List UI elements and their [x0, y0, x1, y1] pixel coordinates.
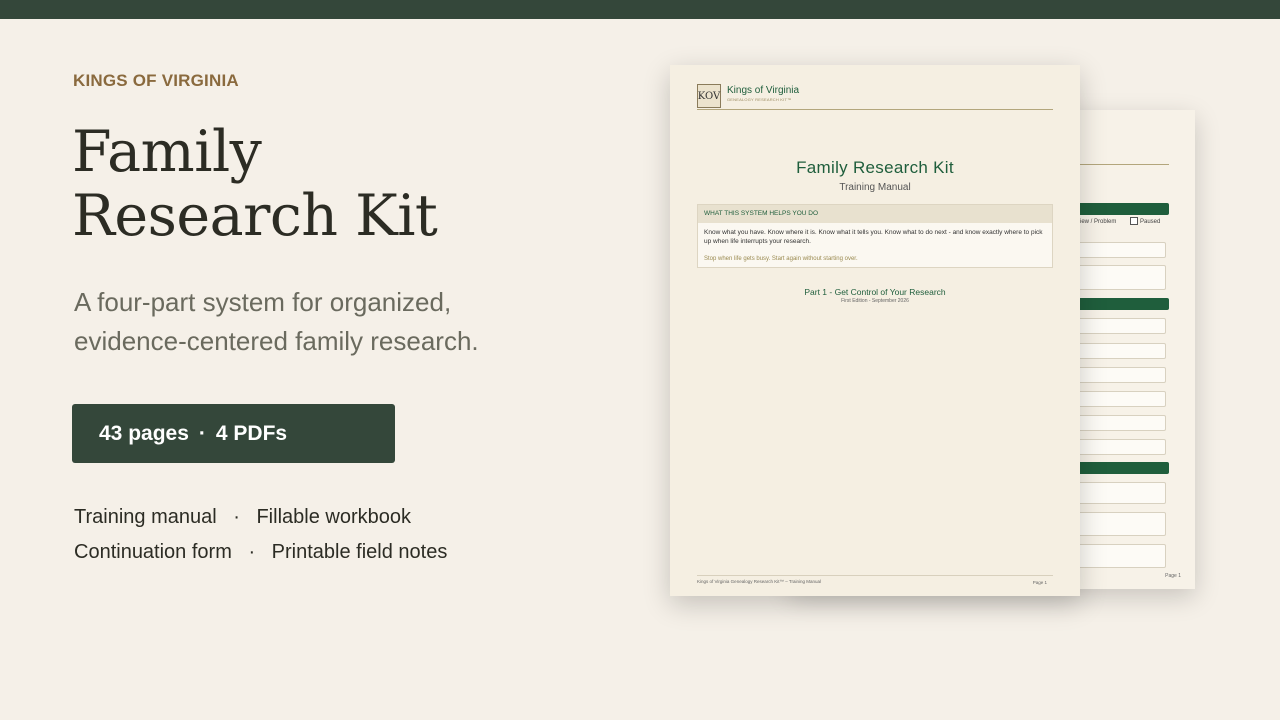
subtitle: A four-part system for organized, eviden… [74, 283, 594, 361]
subtitle-line-2: evidence-centered family research. [74, 326, 479, 356]
page-number: Page 1 [1165, 573, 1181, 579]
page-count-badge: 43 pages · 4 PDFs [72, 404, 395, 463]
edition-label: First Edition - September 2026 [841, 298, 909, 304]
info-box-text: Know what you have. Know where it is. Kn… [704, 229, 1043, 245]
badge-separator: · [198, 421, 206, 445]
kov-logo: KOV [697, 84, 721, 108]
footer-rule [697, 575, 1053, 576]
info-box-heading: WHAT THIS SYSTEM HELPS YOU DO [698, 205, 1052, 223]
feature-item: Fillable workbook [256, 506, 411, 528]
subtitle-line-1: A four-part system for organized, [74, 287, 452, 317]
review-label: iew / Problem [1080, 219, 1117, 225]
title-line-2: Research Kit [72, 183, 438, 249]
manual-preview-page: KOV Kings of Virginia GENEALOGY RESEARCH… [670, 65, 1080, 596]
top-bar [0, 0, 1280, 19]
feature-row: Training manual · Fillable workbook [74, 503, 447, 538]
part-title: Part 1 - Get Control of Your Research [804, 287, 946, 297]
badge-pages: 43 pages [99, 421, 189, 445]
page-title: Family Research Kit [72, 119, 438, 249]
brand-label: KINGS OF VIRGINIA [73, 71, 239, 90]
badge-pdfs: 4 PDFs [215, 421, 288, 445]
feature-separator: · [248, 541, 256, 563]
doc-brand: Kings of Virginia [727, 85, 800, 96]
doc-subtitle: Training Manual [839, 182, 911, 193]
feature-item: Continuation form [74, 541, 232, 563]
paused-checkbox [1130, 217, 1138, 225]
feature-item: Printable field notes [271, 541, 448, 563]
feature-item: Training manual [74, 506, 217, 528]
feature-list: Training manual · Fillable workbook Cont… [74, 503, 447, 573]
footer-text: Kings of Virginia Genealogy Research Kit… [697, 579, 821, 584]
page-number: Page 1 [1032, 580, 1047, 585]
info-box-note: Stop when life gets busy. Start again wi… [704, 256, 858, 262]
paused-label: Paused [1140, 219, 1161, 225]
feature-separator: · [233, 506, 240, 528]
header-rule [697, 109, 1053, 110]
doc-title: Family Research Kit [796, 158, 954, 177]
info-box: WHAT THIS SYSTEM HELPS YOU DO Know what … [697, 204, 1053, 268]
feature-row: Continuation form · Printable field note… [74, 538, 447, 573]
doc-tagline: GENEALOGY RESEARCH KIT™ [727, 97, 792, 102]
title-line-1: Family [72, 119, 262, 185]
